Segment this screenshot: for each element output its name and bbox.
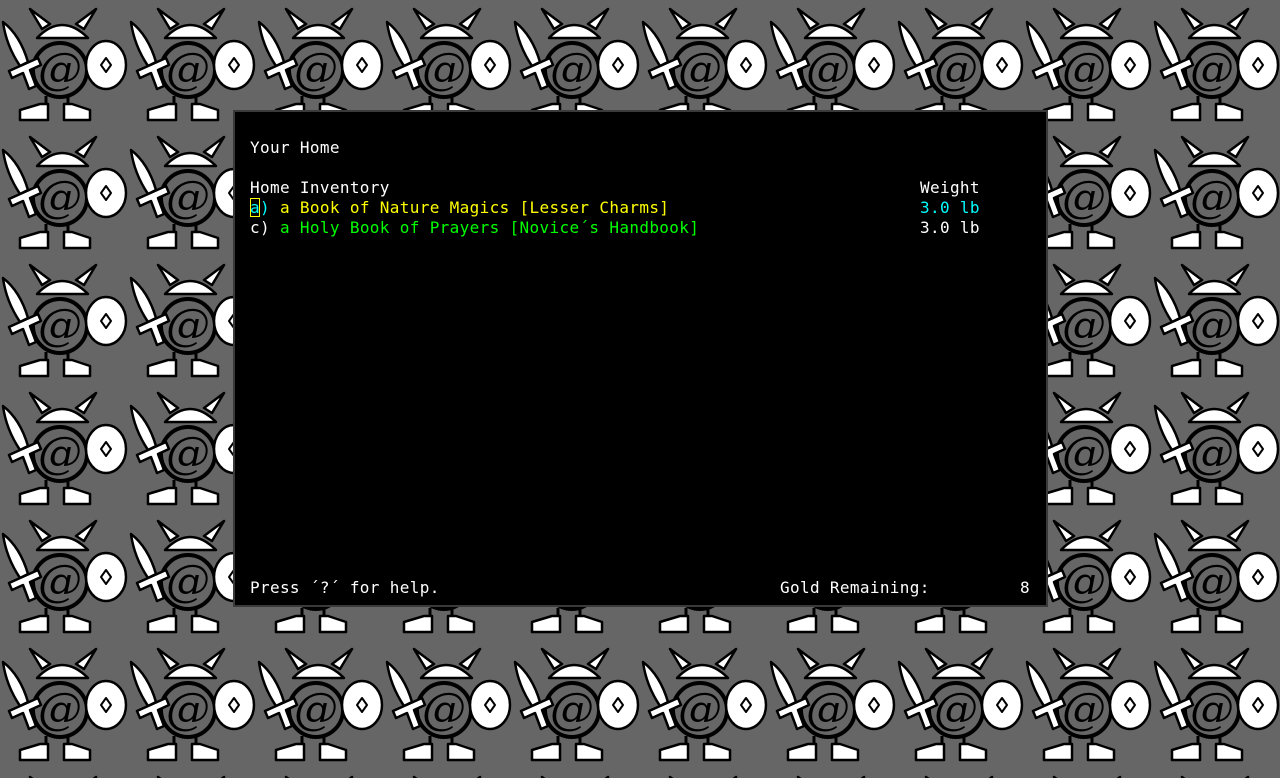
item-letter[interactable]: c [250, 218, 260, 237]
item-letter[interactable]: a [250, 198, 260, 217]
inventory-row-c[interactable]: c) a Holy Book of Prayers [Novice´s Hand… [250, 218, 699, 238]
item-name: a Book of Nature Magics [Lesser Charms] [279, 198, 670, 217]
inventory-header: Home Inventory [250, 178, 390, 197]
help-hint: Press ´?´ for help. [250, 578, 440, 597]
inventory-row-a[interactable]: a) a Book of Nature Magics [Lesser Charm… [250, 198, 669, 218]
item-weight: 3.0 lb [920, 198, 980, 217]
item-weight: 3.0 lb [920, 218, 980, 237]
gold-label: Gold Remaining: [780, 578, 930, 597]
home-window: Your Home Home Inventory Weight a) a Boo… [233, 110, 1048, 607]
page-title: Your Home [250, 138, 340, 157]
weight-header: Weight [920, 178, 980, 197]
gold-value: 8 [1020, 578, 1030, 597]
item-name: a Holy Book of Prayers [Novice´s Handboo… [279, 218, 700, 237]
